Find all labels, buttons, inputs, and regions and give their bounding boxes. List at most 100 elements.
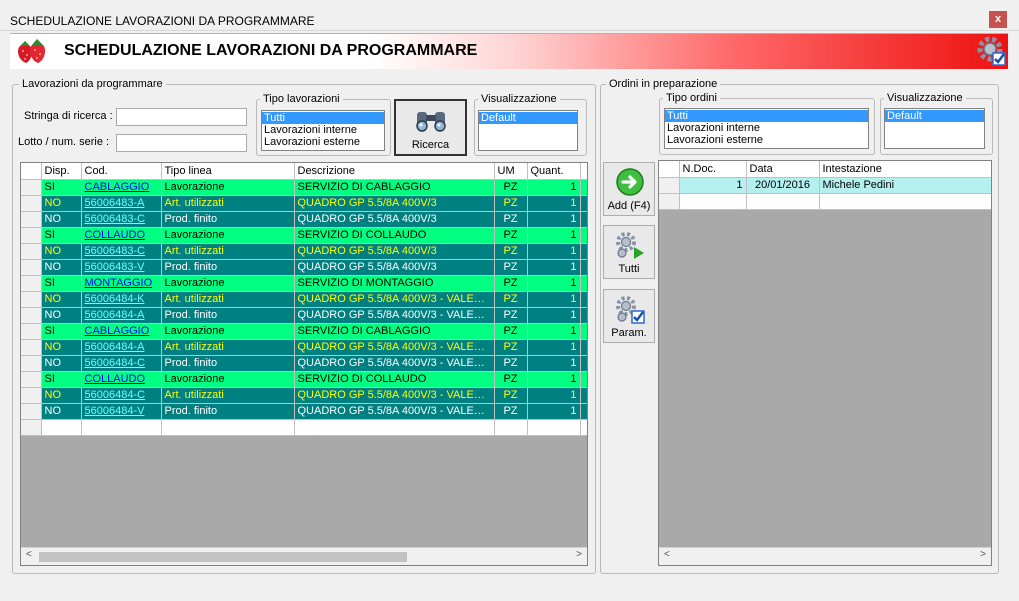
table-row[interactable]: SI CABLAGGIO Lavorazione SERVIZIO DI CAB… — [21, 323, 587, 340]
close-button[interactable]: x — [989, 11, 1007, 28]
visualizzazione-left-list[interactable]: Default — [478, 110, 578, 151]
tipo-lavorazioni-option[interactable]: Tutti — [262, 112, 384, 124]
table-row[interactable]: NO 56006483-C Art. utilizzati QUADRO GP … — [21, 243, 587, 260]
tipo-ordini-option[interactable]: Lavorazioni interne — [665, 122, 868, 134]
cod-link[interactable]: 56006483-V — [85, 261, 145, 273]
cod-link[interactable]: 56006484-C — [85, 389, 146, 401]
col-header-ndoc[interactable]: N.Doc. — [679, 161, 747, 178]
scroll-thumb[interactable] — [39, 552, 407, 562]
table-row[interactable]: SI COLLAUDO Lavorazione SERVIZIO DI COLL… — [21, 371, 587, 388]
visualizzazione-right-option[interactable]: Default — [885, 110, 984, 122]
cell-cod[interactable]: CABLAGGIO — [81, 179, 162, 196]
row-selector[interactable] — [21, 403, 42, 420]
cell-cod[interactable]: 56006484-V — [81, 403, 162, 420]
table-row[interactable]: SI CABLAGGIO Lavorazione SERVIZIO DI CAB… — [21, 179, 587, 196]
row-selector[interactable] — [21, 339, 42, 356]
cod-link[interactable]: COLLAUDO — [85, 373, 146, 385]
cell-cod[interactable]: 56006483-V — [81, 259, 162, 276]
visualizzazione-left-option[interactable]: Default — [479, 112, 577, 124]
tipo-ordini-list[interactable]: Tutti Lavorazioni interne Lavorazioni es… — [664, 108, 869, 149]
tipo-ordini-option[interactable]: Tutti — [665, 110, 868, 122]
col-header-tipo-linea[interactable]: Tipo linea — [161, 163, 295, 180]
cell-cod[interactable]: MONTAGGIO — [81, 275, 162, 292]
cod-link[interactable]: CABLAGGIO — [85, 181, 150, 193]
col-header-descrizione[interactable]: Descrizione — [294, 163, 495, 180]
tipo-ordini-option[interactable]: Lavorazioni esterne — [665, 134, 868, 146]
visualizzazione-right-list[interactable]: Default — [884, 108, 985, 149]
cell-cod[interactable]: CABLAGGIO — [81, 323, 162, 340]
tipo-lavorazioni-list[interactable]: Tutti Lavorazioni interne Lavorazioni es… — [261, 110, 385, 151]
row-selector[interactable] — [21, 195, 42, 212]
cod-link[interactable]: COLLAUDO — [85, 229, 146, 241]
row-selector[interactable] — [21, 323, 42, 340]
lavorazioni-grid[interactable]: Disp. Cod. Tipo linea Descrizione UM Qua… — [20, 162, 588, 566]
col-header-quant[interactable]: Quant. — [527, 163, 581, 180]
table-row[interactable]: NO 56006483-C Prod. finito QUADRO GP 5.5… — [21, 211, 587, 228]
row-selector[interactable] — [21, 307, 42, 324]
scroll-left-icon[interactable]: < — [664, 549, 670, 560]
cell-cod[interactable]: 56006483-A — [81, 195, 162, 212]
row-selector[interactable] — [21, 387, 42, 404]
table-row[interactable]: NO 56006484-C Prod. finito QUADRO GP 5.5… — [21, 355, 587, 372]
row-selector[interactable] — [21, 371, 42, 388]
ordini-grid[interactable]: N.Doc. Data Intestazione 1 20/01/2016 Mi… — [658, 160, 992, 566]
cell-cod[interactable]: 56006484-C — [81, 387, 162, 404]
lotto-input[interactable] — [116, 134, 247, 152]
new-row[interactable] — [21, 419, 587, 436]
cod-link[interactable]: 56006484-K — [85, 293, 145, 305]
scroll-right-icon[interactable]: > — [576, 549, 582, 560]
cod-link[interactable]: 56006484-A — [85, 341, 145, 353]
row-selector[interactable] — [21, 291, 42, 308]
row-selector[interactable] — [21, 355, 42, 372]
col-header-data[interactable]: Data — [746, 161, 820, 178]
scroll-right-icon[interactable]: > — [980, 549, 986, 560]
cell-cod[interactable]: 56006484-C — [81, 355, 162, 372]
tipo-lavorazioni-option[interactable]: Lavorazioni interne — [262, 124, 384, 136]
cell-cod[interactable]: 56006483-C — [81, 211, 162, 228]
table-row[interactable]: SI MONTAGGIO Lavorazione SERVIZIO DI MON… — [21, 275, 587, 292]
new-row[interactable] — [659, 193, 991, 210]
search-input[interactable] — [116, 108, 247, 126]
tipo-lavorazioni-option[interactable]: Lavorazioni esterne — [262, 136, 384, 148]
cell-cod[interactable]: 56006484-A — [81, 339, 162, 356]
cod-link[interactable]: 56006483-C — [85, 245, 146, 257]
cell-cod[interactable]: 56006484-A — [81, 307, 162, 324]
col-header-um[interactable]: UM — [494, 163, 528, 180]
row-selector[interactable] — [21, 259, 42, 276]
cell-cod[interactable]: 56006483-C — [81, 243, 162, 260]
table-row[interactable]: NO 56006484-K Art. utilizzati QUADRO GP … — [21, 291, 587, 308]
table-row[interactable]: NO 56006484-V Prod. finito QUADRO GP 5.5… — [21, 403, 587, 420]
cod-link[interactable]: MONTAGGIO — [85, 277, 153, 289]
col-header-cod[interactable]: Cod. — [81, 163, 162, 180]
gear-check-icon[interactable] — [976, 35, 1008, 67]
lavorazioni-hscrollbar[interactable]: < > — [21, 547, 587, 565]
row-selector[interactable] — [21, 211, 42, 228]
col-header-intestazione[interactable]: Intestazione — [819, 161, 991, 178]
table-row[interactable]: NO 56006483-A Art. utilizzati QUADRO GP … — [21, 195, 587, 212]
cell-cod[interactable]: COLLAUDO — [81, 227, 162, 244]
row-selector[interactable] — [659, 177, 680, 194]
col-header-disp[interactable]: Disp. — [41, 163, 82, 180]
search-button[interactable]: Ricerca — [394, 99, 467, 156]
row-selector[interactable] — [21, 419, 42, 436]
row-selector[interactable] — [659, 193, 680, 210]
cod-link[interactable]: 56006484-A — [85, 309, 145, 321]
cod-link[interactable]: CABLAGGIO — [85, 325, 150, 337]
cod-link[interactable]: 56006483-C — [85, 213, 146, 225]
table-row[interactable]: NO 56006484-A Art. utilizzati QUADRO GP … — [21, 339, 587, 356]
scroll-left-icon[interactable]: < — [26, 549, 32, 560]
cell-cod[interactable]: 56006484-K — [81, 291, 162, 308]
cell-cod[interactable]: COLLAUDO — [81, 371, 162, 388]
row-selector[interactable] — [21, 243, 42, 260]
ordini-hscrollbar[interactable]: < > — [659, 547, 991, 565]
row-selector[interactable] — [21, 275, 42, 292]
cod-link[interactable]: 56006484-C — [85, 357, 146, 369]
table-row[interactable]: SI COLLAUDO Lavorazione SERVIZIO DI COLL… — [21, 227, 587, 244]
table-row[interactable]: NO 56006484-A Prod. finito QUADRO GP 5.5… — [21, 307, 587, 324]
cod-link[interactable]: 56006483-A — [85, 197, 145, 209]
table-row[interactable]: NO 56006484-C Art. utilizzati QUADRO GP … — [21, 387, 587, 404]
table-row[interactable]: NO 56006483-V Prod. finito QUADRO GP 5.5… — [21, 259, 587, 276]
row-selector[interactable] — [21, 179, 42, 196]
cod-link[interactable]: 56006484-V — [85, 405, 145, 417]
table-row[interactable]: 1 20/01/2016 Michele Pedini — [659, 177, 991, 194]
